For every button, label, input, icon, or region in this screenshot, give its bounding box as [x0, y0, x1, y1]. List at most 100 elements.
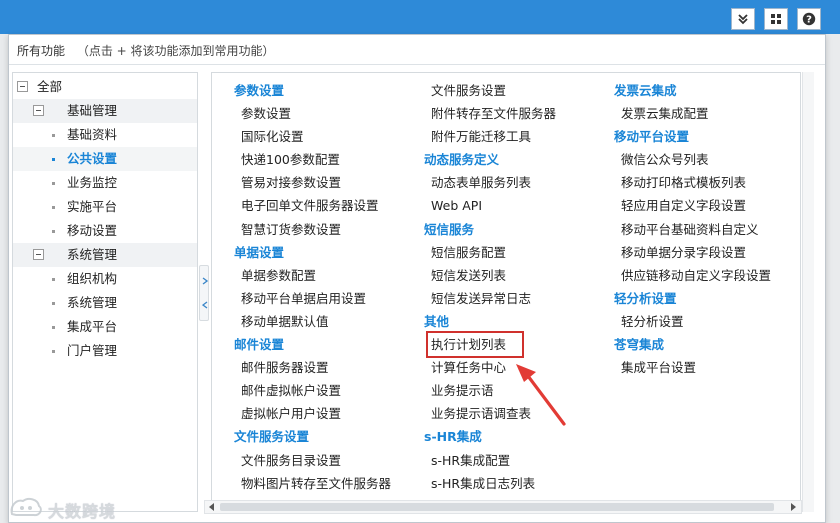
function-link-label: 移动平台基础资料自定义 [621, 221, 759, 237]
tree-root[interactable]: 全部 [13, 75, 197, 99]
vertical-scrollbar[interactable] [802, 72, 814, 512]
category-heading: 移动平台设置 [614, 125, 771, 148]
tree-item[interactable]: 移动设置 [13, 219, 197, 243]
tree-item[interactable]: 系统管理 [13, 291, 197, 315]
chevron-right-icon[interactable] [202, 277, 208, 285]
category-heading-label: 动态服务定义 [424, 152, 500, 168]
function-link-label: 移动单据分录字段设置 [621, 244, 747, 260]
tree-item[interactable]: 基础资料 [13, 123, 197, 147]
function-link-label: 动态表单服务列表 [431, 175, 532, 191]
function-link[interactable]: 轻分析设置 [614, 310, 771, 333]
function-link[interactable]: 动态表单服务列表 [424, 171, 556, 194]
scroll-right-icon[interactable] [789, 503, 797, 511]
function-link[interactable]: 集成平台设置 [614, 356, 771, 379]
tree-item[interactable]: 业务监控 [13, 171, 197, 195]
function-link-label: 移动打印格式模板列表 [621, 175, 747, 191]
function-link[interactable]: 邮件虚拟帐户设置 [234, 379, 391, 402]
function-link[interactable]: 轻应用自定义字段设置 [614, 194, 771, 217]
chevron-left-icon[interactable] [202, 301, 208, 309]
tree-item[interactable]: 实施平台 [13, 195, 197, 219]
help-icon[interactable]: ? [797, 8, 821, 30]
svg-text:?: ? [806, 15, 812, 26]
function-link-label: 短信发送列表 [431, 267, 507, 283]
function-link[interactable]: 附件转存至文件服务器 [424, 102, 556, 125]
function-link[interactable]: 快递100参数配置 [234, 148, 391, 171]
highlight-box [426, 331, 524, 359]
category-heading: 文件服务设置 [234, 425, 391, 448]
function-link[interactable]: 发票云集成配置 [614, 102, 771, 125]
function-link[interactable]: 短信服务配置 [424, 241, 556, 264]
grid-icon[interactable] [764, 8, 788, 30]
function-link[interactable]: 单据参数配置 [234, 264, 391, 287]
function-link[interactable]: 移动平台基础资料自定义 [614, 218, 771, 241]
scrollbar-thumb[interactable] [220, 503, 774, 511]
function-link-label: 轻应用自定义字段设置 [621, 198, 747, 214]
function-link[interactable]: 虚拟帐户用户设置 [234, 402, 391, 425]
category-heading: 发票云集成 [614, 79, 771, 102]
function-link-label: 移动单据默认值 [241, 313, 329, 329]
tree-group[interactable]: 基础管理 [13, 99, 197, 123]
tree-item-label: 系统管理 [67, 295, 118, 310]
watermark-icon [10, 497, 42, 517]
tree-item[interactable]: 集成平台 [13, 315, 197, 339]
function-link-label: 智慧订货参数设置 [241, 221, 342, 237]
category-heading-label: 短信服务 [424, 221, 475, 237]
function-link[interactable]: 移动单据分录字段设置 [614, 241, 771, 264]
category-heading: 动态服务定义 [424, 148, 556, 171]
function-link[interactable]: 供应链移动自定义字段设置 [614, 264, 771, 287]
function-link[interactable]: s-HR集成配置 [424, 449, 556, 472]
function-link[interactable]: 物料图片转存至文件服务器 [234, 472, 391, 495]
bullet-icon [52, 158, 55, 161]
function-link[interactable]: 国际化设置 [234, 125, 391, 148]
category-heading: 参数设置 [234, 79, 391, 102]
function-link[interactable]: s-HR集成日志列表 [424, 472, 556, 495]
function-link[interactable]: 文件服务目录设置 [234, 449, 391, 472]
function-link[interactable]: 附件万能迁移工具 [424, 125, 556, 148]
function-link-label: 附件万能迁移工具 [431, 129, 532, 145]
function-link[interactable]: 移动平台单据启用设置 [234, 287, 391, 310]
scroll-left-icon[interactable] [208, 503, 216, 511]
tree-item[interactable]: 公共设置 [13, 147, 197, 171]
splitter-handle[interactable] [199, 265, 209, 321]
function-link[interactable]: 参数设置 [234, 102, 391, 125]
function-column: 文件服务设置附件转存至文件服务器 附件万能迁移工具动态服务定义动态表单服务列表 We… [424, 79, 556, 495]
function-link[interactable]: Web API [424, 194, 556, 217]
function-link-label: 附件转存至文件服务器 [431, 106, 557, 122]
function-link[interactable]: 短信发送列表 [424, 264, 556, 287]
category-heading: 轻分析设置 [614, 287, 771, 310]
function-link[interactable]: 微信公众号列表 [614, 148, 771, 171]
bullet-icon [52, 182, 55, 185]
horizontal-scrollbar[interactable] [204, 500, 802, 514]
function-link[interactable]: 电子回单文件服务器设置 [234, 194, 391, 217]
function-link[interactable]: 邮件服务器设置 [234, 356, 391, 379]
category-heading-label: 移动平台设置 [614, 129, 690, 145]
function-link-label: 电子回单文件服务器设置 [241, 198, 379, 214]
category-heading-label: 单据设置 [234, 244, 285, 260]
backdrop-right [826, 34, 840, 523]
category-heading: 邮件设置 [234, 333, 391, 356]
category-heading: 短信服务 [424, 218, 556, 241]
tree-item[interactable]: 门户管理 [13, 339, 197, 363]
tree-item-label: 公共设置 [67, 151, 118, 166]
tree-item[interactable]: 组织机构 [13, 267, 197, 291]
function-link-label: 短信服务配置 [431, 244, 507, 260]
function-link-label: 虚拟帐户用户设置 [241, 406, 342, 422]
function-link[interactable]: 执行计划列表 [424, 331, 556, 359]
function-link-label: 快递100参数配置 [241, 152, 340, 168]
function-link[interactable]: 短信发送异常日志 [424, 287, 556, 310]
category-heading-label: 文件服务设置 [234, 429, 310, 445]
function-link[interactable]: 管易对接参数设置 [234, 171, 391, 194]
function-column: 参数设置 参数设置 国际化设置 快递100参数配置 管易对接参数设置 电子回单文件服务器设… [234, 79, 391, 495]
function-link[interactable]: 移动打印格式模板列表 [614, 171, 771, 194]
function-link[interactable]: 智慧订货参数设置 [234, 218, 391, 241]
function-link[interactable]: 移动单据默认值 [234, 310, 391, 333]
function-link[interactable]: 文件服务设置 [424, 79, 556, 102]
collapse-toggle-icon[interactable] [33, 249, 44, 260]
collapse-toggle-icon[interactable] [17, 81, 28, 92]
collapse-toggle-icon[interactable] [33, 105, 44, 116]
tree-group[interactable]: 系统管理 [13, 243, 197, 267]
chevrons-down-icon[interactable] [731, 8, 755, 30]
bullet-icon [52, 134, 55, 137]
bullet-icon [52, 278, 55, 281]
category-heading-label: 邮件设置 [234, 337, 285, 353]
